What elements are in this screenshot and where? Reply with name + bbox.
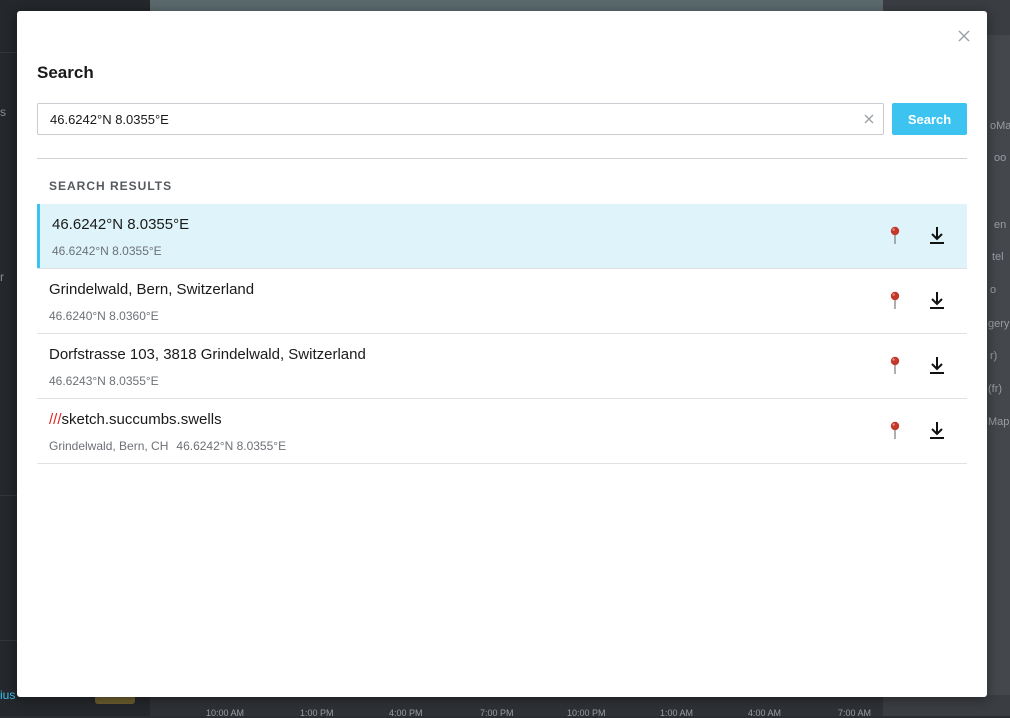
result-title-text: 46.6242°N 8.0355°E	[52, 216, 190, 233]
w3w-prefix: ///	[49, 411, 62, 428]
result-row[interactable]: Dorfstrasse 103, 3818 Grindelwald, Switz…	[37, 334, 967, 399]
background-sidebar-text: r	[0, 270, 4, 284]
map-pin-icon	[890, 291, 900, 309]
result-title-text: Dorfstrasse 103, 3818 Grindelwald, Switz…	[49, 346, 366, 363]
timeline-tick: 4:00 PM	[389, 708, 423, 718]
result-subtitle: 46.6243°N 8.0355°E	[49, 374, 159, 388]
result-title: 46.6242°N 8.0355°E	[52, 216, 189, 233]
timeline-tick: 4:00 AM	[748, 708, 782, 718]
timeline-tick: 1:00 PM	[300, 708, 334, 718]
search-input[interactable]	[38, 104, 838, 134]
result-subtitle-coords: 46.6242°N 8.0355°E	[176, 439, 287, 453]
background-sidebar-text: ius	[0, 688, 16, 702]
results-list: 46.6242°N 8.0355°E 46.6242°N 8.0355°E Gr…	[37, 204, 967, 464]
clear-icon	[864, 114, 874, 124]
result-subtitle: 46.6242°N 8.0355°E	[52, 244, 162, 258]
download-icon	[930, 422, 944, 439]
background-right-text: en	[994, 219, 1007, 231]
result-title: Grindelwald, Bern, Switzerland	[49, 281, 254, 298]
download-icon	[930, 357, 944, 374]
result-subtitle: 46.6240°N 8.0360°E	[49, 309, 159, 323]
timeline-tick: 7:00 PM	[480, 708, 514, 718]
map-pin-icon	[890, 226, 900, 244]
clear-search-button[interactable]	[862, 112, 876, 126]
modal-title: Search	[37, 63, 94, 82]
download-button[interactable]	[927, 289, 947, 311]
show-on-map-button[interactable]	[885, 224, 905, 246]
map-pin-icon	[890, 356, 900, 374]
download-button[interactable]	[927, 224, 947, 246]
timeline-tick: 7:00 AM	[838, 708, 872, 718]
timeline-tick: 10:00 AM	[206, 708, 245, 718]
search-button[interactable]: Search	[892, 103, 967, 135]
download-icon	[930, 292, 944, 309]
background-right-text: o	[990, 284, 997, 296]
result-title-text: Grindelwald, Bern, Switzerland	[49, 281, 255, 298]
download-button[interactable]	[927, 354, 947, 376]
results-heading: SEARCH RESULTS	[49, 179, 173, 193]
background-right-text: oMa	[990, 120, 1010, 132]
search-input-container	[37, 103, 884, 135]
result-title: Dorfstrasse 103, 3818 Grindelwald, Switz…	[49, 346, 366, 363]
background-sidebar-text: s	[0, 105, 6, 119]
map-pin-icon	[890, 421, 900, 439]
result-subtitle: Grindelwald, Bern, CH 46.6242°N 8.0355°E	[49, 439, 286, 453]
result-title: ///sketch.succumbs.swells	[49, 411, 222, 428]
result-row[interactable]: Grindelwald, Bern, Switzerland 46.6240°N…	[37, 269, 967, 334]
show-on-map-button[interactable]	[885, 354, 905, 376]
show-on-map-button[interactable]	[885, 289, 905, 311]
result-subtitle-place: Grindelwald, Bern, CH	[49, 439, 169, 453]
download-button[interactable]	[927, 419, 947, 441]
show-on-map-button[interactable]	[885, 419, 905, 441]
close-icon	[958, 30, 970, 42]
background-right-column	[987, 35, 1010, 695]
result-title-text: sketch.succumbs.swells	[61, 411, 222, 428]
result-row[interactable]: 46.6242°N 8.0355°E 46.6242°N 8.0355°E	[37, 204, 967, 269]
close-button[interactable]	[955, 27, 973, 45]
search-modal: Search Search SEARCH RESULTS 46.6242°N 8…	[17, 11, 987, 697]
background-right-text: Map	[988, 416, 1010, 428]
background-right-text: oo	[994, 152, 1007, 164]
download-icon	[930, 227, 944, 244]
background-right-text: (fr)	[988, 383, 1003, 395]
result-row[interactable]: ///sketch.succumbs.swells Grindelwald, B…	[37, 399, 967, 464]
background-right-text: tel	[992, 251, 1004, 263]
background-right-text: gery	[988, 318, 1010, 330]
divider	[37, 158, 967, 159]
timeline-tick: 10:00 PM	[567, 708, 606, 718]
timeline-tick: 1:00 AM	[660, 708, 694, 718]
background-right-text: r)	[990, 350, 998, 362]
